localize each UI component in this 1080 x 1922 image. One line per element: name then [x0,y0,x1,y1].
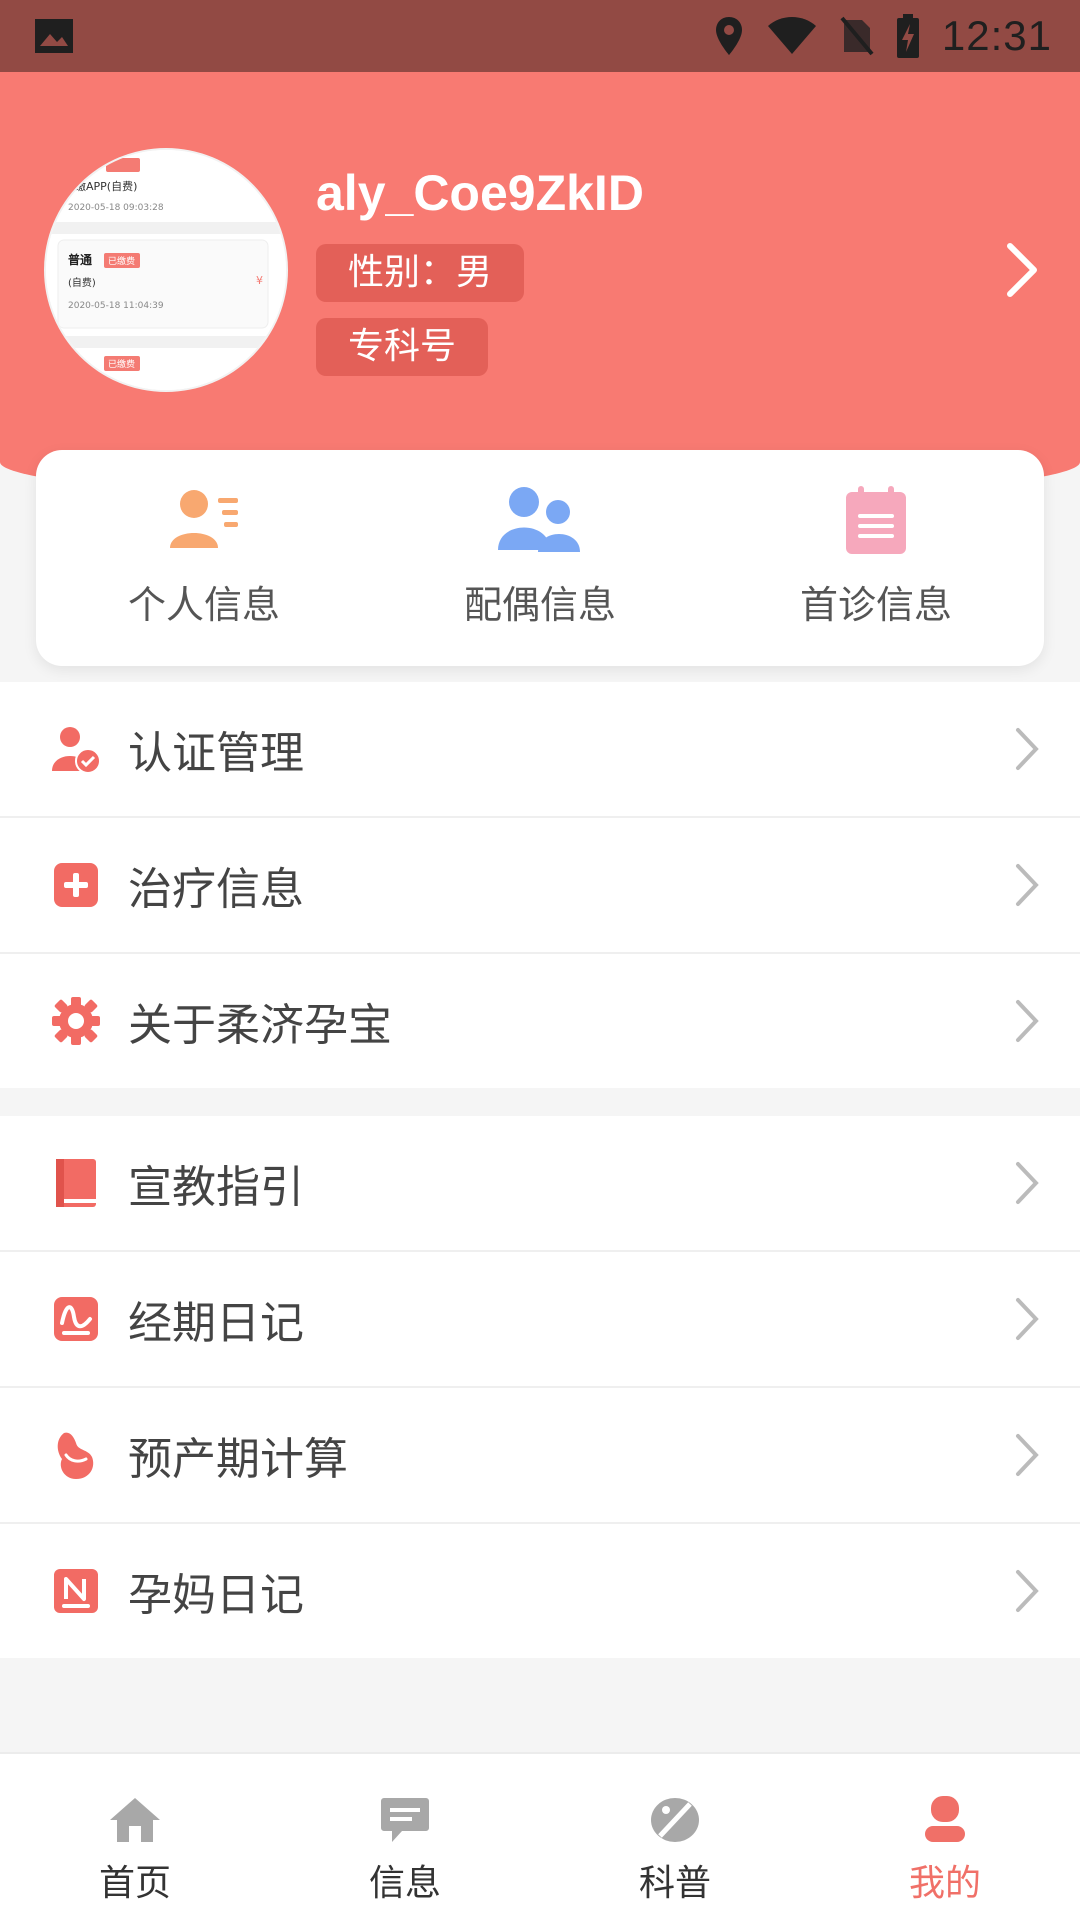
chevron-right-icon [1016,1570,1039,1612]
home-icon [110,1798,160,1842]
chevron-right-icon [1016,864,1039,906]
nav-tab-message[interactable]: 信息 [270,1754,540,1922]
chevron-right-icon[interactable] [1002,240,1042,300]
menu-item-label: 认证管理 [128,728,304,779]
quick-action-label: 个人信息 [127,583,280,627]
personal-info-icon [170,490,238,548]
svg-text:已缴费: 已缴费 [108,358,135,370]
chevron-right-icon [1016,1434,1039,1476]
menu-item-label: 孕妈日记 [128,1570,304,1621]
username: aly_Coe9ZkID [316,165,644,221]
wifi-icon [767,17,816,54]
menu-item-treatment[interactable]: 治疗信息 [0,818,1080,954]
gear-icon [52,997,100,1045]
quick-actions-card: 个人信息 配偶信息 首诊信息 [36,450,1044,666]
quick-action-spouse-info[interactable]: 配偶信息 [390,450,690,629]
svg-text:¥: ¥ [256,274,263,287]
no-sim-icon [840,16,874,56]
menu-item-label: 关于柔济孕宝 [128,1000,392,1051]
menu-item-label: 预产期计算 [128,1434,348,1485]
menu-item-period-diary[interactable]: 经期日记 [0,1252,1080,1388]
nav-label: 我的 [908,1863,981,1904]
first-visit-icon [846,486,906,554]
nav-tab-science[interactable]: 科普 [540,1754,810,1922]
menu-item-label: 治疗信息 [128,864,304,915]
menu-item-label: 经期日记 [128,1298,304,1349]
menu-item-education[interactable]: 宣教指引 [0,1116,1080,1252]
image-icon [35,19,73,53]
location-icon [715,17,742,55]
nav-label: 科普 [638,1863,711,1904]
quick-action-first-visit[interactable]: 首诊信息 [726,450,1026,629]
menu-item-mom-diary[interactable]: 孕妈日记 [0,1524,1080,1658]
chevron-right-icon [1016,1162,1039,1204]
profile-header[interactable]: ..缴APP(自费) 2020-05-18 09:03:28 普通 已缴费 (自… [0,72,1080,502]
nav-label: 信息 [368,1863,441,1904]
message-icon [381,1798,429,1842]
battery-charging-icon [896,14,919,58]
chevron-right-icon [1016,728,1039,770]
quick-action-personal-info[interactable]: 个人信息 [54,450,354,629]
menu-item-about[interactable]: 关于柔济孕宝 [0,954,1080,1088]
svg-text:..缴APP(自费): ..缴APP(自费) [68,179,137,193]
menu-item-verify[interactable]: 认证管理 [0,682,1080,818]
avatar-image: ..缴APP(自费) 2020-05-18 09:03:28 普通 已缴费 (自… [46,150,286,390]
chevron-right-icon [1016,1298,1039,1340]
bottom-navigation: 首页 信息 科普 我的 [0,1752,1080,1922]
menu-item-label: 宣教指引 [128,1162,304,1213]
menu-group-tools: 宣教指引 经期日记 预产期计算 孕妈日记 [0,1116,1080,1658]
quick-action-label: 首诊信息 [799,583,952,627]
verify-user-icon [52,727,101,774]
nav-tab-profile[interactable]: 我的 [810,1754,1080,1922]
menu-item-due-date[interactable]: 预产期计算 [0,1388,1080,1524]
science-icon [651,1798,699,1842]
profile-icon [925,1796,965,1842]
nav-label: 首页 [98,1863,171,1904]
department-tag: 专科号 [316,318,489,376]
quick-action-label: 配偶信息 [463,583,616,627]
due-date-icon [57,1432,94,1479]
mom-diary-icon [54,1569,98,1613]
svg-text:(自费): (自费) [68,276,96,289]
svg-text:2020-05-18 09:03:28: 2020-05-18 09:03:28 [68,203,164,213]
spouse-info-icon [498,487,580,552]
medical-plus-icon [54,863,98,907]
gender-tag: 性别：男 [316,244,525,302]
avatar[interactable]: ..缴APP(自费) 2020-05-18 09:03:28 普通 已缴费 (自… [46,150,286,390]
status-bar: 12:31 [0,0,1080,72]
status-time: 12:31 [941,12,1052,59]
period-diary-icon [54,1297,98,1341]
chevron-right-icon [1016,1000,1039,1042]
menu-group-account: 认证管理 治疗信息 关于柔济孕宝 [0,682,1080,1088]
svg-text:已缴费: 已缴费 [108,255,135,267]
svg-text:2020-05-18 11:04:39: 2020-05-18 11:04:39 [68,301,164,311]
book-icon [56,1159,96,1207]
svg-text:普通: 普通 [68,252,92,267]
nav-tab-home[interactable]: 首页 [0,1754,270,1922]
